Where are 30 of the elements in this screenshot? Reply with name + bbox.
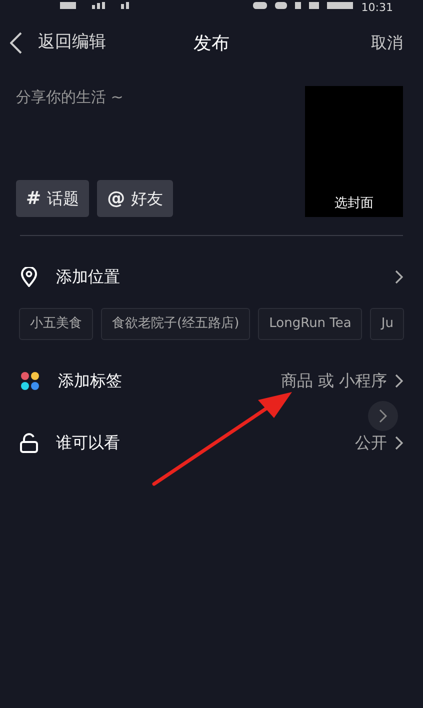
back-button[interactable]: 返回编辑	[10, 30, 106, 56]
row-value: 商品 或 小程序	[280, 370, 387, 392]
location-chip[interactable]: 小五美食	[19, 308, 93, 340]
cancel-button[interactable]: 取消	[371, 31, 403, 55]
tag-button[interactable]: @ 好友	[97, 180, 174, 217]
chevron-right-icon	[395, 270, 403, 284]
row-label[interactable]: 添加位置	[56, 265, 120, 289]
clock: 10:31	[361, 2, 393, 14]
sim-icon	[60, 2, 76, 10]
location-chip[interactable]: 食欲老院子(经五路店)	[101, 308, 250, 340]
chevron-right-icon	[379, 409, 387, 423]
signal-icon	[121, 2, 129, 10]
signal-icon	[92, 2, 105, 10]
row-label[interactable]: 谁可以看	[56, 431, 120, 455]
tag-button[interactable]: # 话题	[16, 180, 90, 217]
location-pin-icon	[20, 267, 38, 287]
unlock-icon	[20, 433, 38, 453]
floating-button[interactable]	[368, 401, 398, 431]
cover-button[interactable]: 选封面	[305, 86, 403, 217]
dots-icon	[20, 371, 40, 391]
caption-field[interactable]: 分享你的生活 ~	[16, 86, 276, 108]
back-icon	[10, 32, 22, 54]
location-chip[interactable]: LongRun Tea	[258, 308, 362, 340]
chevron-right-icon	[395, 374, 403, 388]
page-title: 发布	[194, 32, 230, 56]
chevron-right-icon	[395, 436, 403, 450]
location-chip[interactable]: Ju	[370, 308, 404, 340]
battery-icon	[327, 2, 354, 10]
row-label[interactable]: 添加标签	[58, 369, 122, 393]
row-value: 公开	[355, 432, 387, 454]
